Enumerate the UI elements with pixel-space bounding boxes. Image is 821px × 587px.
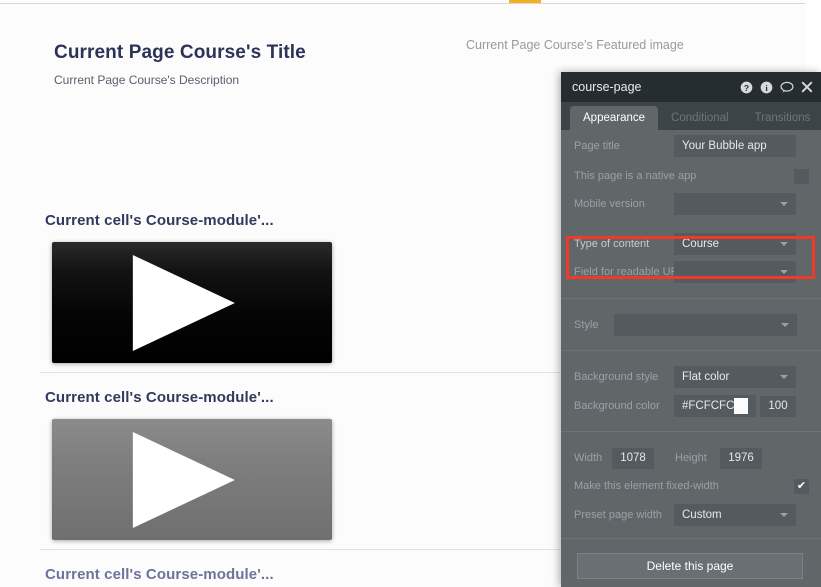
panel-tabs[interactable]: Appearance Conditional Transitions <box>561 102 821 130</box>
module-label-2: Current cell's Course-module'... <box>45 389 274 406</box>
row-type-of-content: Type of content Course <box>561 230 821 258</box>
chevron-down-icon <box>780 513 788 517</box>
page-title-label: Page title <box>574 140 674 152</box>
tab-conditional[interactable]: Conditional <box>658 106 742 130</box>
height-input[interactable]: 1976 <box>720 448 762 469</box>
type-of-content-label: Type of content <box>574 238 674 250</box>
background-style-label: Background style <box>574 371 674 383</box>
chevron-down-icon <box>780 202 788 206</box>
row-native-app: This page is a native app <box>561 162 821 190</box>
chevron-down-icon <box>780 375 788 379</box>
chevron-down-icon <box>781 323 789 327</box>
play-icon <box>133 255 235 351</box>
property-editor-panel[interactable]: course-page ? i <box>561 72 821 587</box>
tab-transitions[interactable]: Transitions <box>742 106 821 130</box>
background-color-value: #FCFCFC <box>682 400 734 412</box>
top-accent-bar <box>509 0 541 3</box>
preset-page-width-dropdown[interactable]: Custom <box>674 504 796 526</box>
row-style: Style <box>561 311 821 339</box>
video-thumbnail-2[interactable] <box>52 419 332 540</box>
video-thumbnail-1[interactable] <box>52 242 332 363</box>
module-divider-1 <box>40 372 560 373</box>
page-description: Current Page Course's Description <box>54 73 239 87</box>
app-root: Current Page Course's Title Current Page… <box>0 0 821 587</box>
preset-page-width-label: Preset page width <box>574 509 674 521</box>
fixed-width-label: Make this element fixed-width <box>574 480 794 492</box>
height-label: Height <box>675 452 720 464</box>
readable-url-dropdown[interactable] <box>674 261 796 283</box>
module-divider-2 <box>40 549 560 550</box>
background-opacity-input[interactable]: 100 <box>760 396 796 417</box>
native-app-checkbox[interactable] <box>794 169 809 184</box>
panel-body: Page title Your Bubble app This page is … <box>561 130 821 587</box>
chevron-down-icon <box>780 270 788 274</box>
width-label: Width <box>574 452 612 464</box>
readable-url-label: Field for readable URL <box>574 266 674 278</box>
canvas-top-rule <box>0 3 805 4</box>
width-input[interactable]: 1078 <box>612 448 654 469</box>
mobile-version-label: Mobile version <box>574 198 674 210</box>
mobile-version-dropdown[interactable] <box>674 193 796 215</box>
play-icon <box>133 432 235 528</box>
comment-icon[interactable] <box>780 81 794 94</box>
featured-image-label: Current Page Course's Featured image <box>466 38 684 52</box>
background-style-dropdown[interactable]: Flat color <box>674 366 796 388</box>
type-of-content-dropdown[interactable]: Course <box>674 233 796 255</box>
tab-appearance[interactable]: Appearance <box>570 106 658 130</box>
page-title: Current Page Course's Title <box>54 42 306 64</box>
panel-header: course-page ? i <box>561 72 821 102</box>
row-preset-page-width: Preset page width Custom <box>561 500 821 530</box>
fixed-width-checkbox[interactable]: ✔ <box>794 479 809 494</box>
chevron-down-icon <box>780 242 788 246</box>
style-dropdown[interactable] <box>614 314 797 336</box>
native-app-label: This page is a native app <box>574 170 794 182</box>
row-delete-page: Delete this page <box>561 551 821 581</box>
panel-header-icons: ? i <box>740 72 813 102</box>
row-background-color: Background color #FCFCFC 100 <box>561 391 821 421</box>
info-circle-icon[interactable]: i <box>760 81 773 94</box>
style-label: Style <box>574 319 614 331</box>
close-icon[interactable] <box>801 81 813 93</box>
background-color-label: Background color <box>574 400 674 412</box>
help-circle-icon[interactable]: ? <box>740 81 753 94</box>
color-swatch[interactable] <box>734 398 748 414</box>
page-title-input[interactable]: Your Bubble app <box>674 135 796 157</box>
row-mobile-version: Mobile version <box>561 190 821 218</box>
panel-title: course-page <box>572 80 642 94</box>
svg-text:?: ? <box>744 82 749 92</box>
row-readable-url: Field for readable URL <box>561 258 821 286</box>
row-fixed-width: Make this element fixed-width ✔ <box>561 472 821 500</box>
delete-page-button[interactable]: Delete this page <box>577 553 803 579</box>
background-color-input[interactable]: #FCFCFC <box>674 395 756 417</box>
module-label-1: Current cell's Course-module'... <box>45 212 274 229</box>
row-page-title: Page title Your Bubble app <box>561 130 821 162</box>
row-width-height: Width 1078 Height 1976 <box>561 444 821 472</box>
row-background-style: Background style Flat color <box>561 363 821 391</box>
module-label-3: Current cell's Course-module'... <box>45 566 274 583</box>
